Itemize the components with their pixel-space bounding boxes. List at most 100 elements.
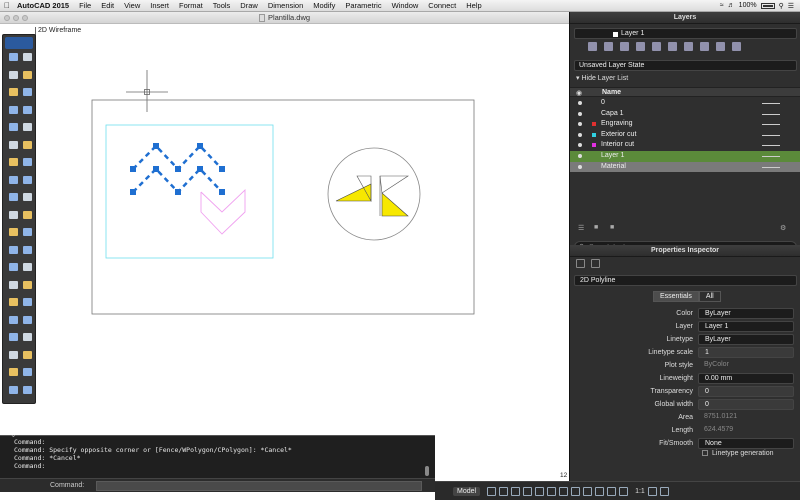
- mtext-tool-icon[interactable]: [23, 175, 32, 184]
- grip[interactable]: [197, 143, 203, 149]
- text-tool-icon[interactable]: [9, 175, 18, 184]
- grip[interactable]: [219, 166, 225, 172]
- layer-color-swatch[interactable]: [592, 132, 596, 137]
- rectangle-tool-icon[interactable]: [9, 123, 18, 131]
- region-tool-icon[interactable]: [23, 158, 32, 166]
- workspace-icon[interactable]: [647, 486, 657, 496]
- grip[interactable]: [130, 166, 136, 172]
- volume-icon[interactable]: ♬: [728, 2, 735, 9]
- visibility-icon[interactable]: [578, 101, 582, 105]
- layer-previous-icon[interactable]: [668, 42, 677, 51]
- menu-file[interactable]: File: [74, 1, 96, 10]
- linetype-scale-input[interactable]: 1: [698, 347, 794, 358]
- break-tool-icon[interactable]: [23, 315, 32, 324]
- menu-draw[interactable]: Draw: [235, 1, 263, 10]
- trim-tool-icon[interactable]: [9, 245, 18, 254]
- layer-freeze-icon[interactable]: [588, 42, 597, 51]
- ellipse-tool-icon[interactable]: [9, 140, 18, 149]
- zoom-tool-icon[interactable]: [23, 385, 32, 394]
- global-width-input[interactable]: 0: [698, 399, 794, 410]
- join-tool-icon[interactable]: [23, 298, 32, 306]
- menu-modify[interactable]: Modify: [308, 1, 340, 10]
- current-layer-dropdown[interactable]: Layer 1: [574, 28, 797, 39]
- layer-row[interactable]: Exterior cut: [570, 130, 800, 141]
- layer-tool-icon[interactable]: [9, 385, 18, 394]
- fit-smooth-dropdown[interactable]: None: [698, 438, 794, 449]
- rotate-tool-icon[interactable]: [23, 193, 32, 201]
- battery-icon[interactable]: [760, 2, 775, 9]
- menu-edit[interactable]: Edit: [96, 1, 119, 10]
- menu-window[interactable]: Window: [387, 1, 424, 10]
- apple-icon[interactable]: : [0, 1, 14, 10]
- layer-row[interactable]: Engraving: [570, 119, 800, 130]
- layer-walk-icon[interactable]: [684, 42, 693, 51]
- settings-icon[interactable]: ⚙: [780, 224, 786, 232]
- leader-tool-icon[interactable]: [23, 333, 32, 341]
- polygon-tool-icon[interactable]: [23, 123, 32, 131]
- visibility-column-icon[interactable]: ◉: [576, 89, 582, 97]
- linetype-dropdown[interactable]: ByLayer: [698, 334, 794, 345]
- tab-all[interactable]: All: [698, 291, 721, 302]
- search-icon[interactable]: ⚲: [779, 2, 784, 10]
- checkbox-icon[interactable]: [702, 450, 708, 456]
- block-tool-icon[interactable]: [9, 350, 18, 359]
- erase-tool-icon[interactable]: [9, 315, 18, 324]
- menu-parametric[interactable]: Parametric: [340, 1, 386, 10]
- toggle-pickadd-icon[interactable]: [591, 259, 600, 268]
- grip[interactable]: [153, 143, 159, 149]
- layer-unisolate-icon[interactable]: [732, 42, 741, 51]
- menu-connect[interactable]: Connect: [423, 1, 461, 10]
- layer-merge-icon[interactable]: [700, 42, 709, 51]
- array-tool-icon[interactable]: [9, 280, 18, 289]
- orbit-tool-icon[interactable]: [23, 53, 32, 61]
- auto-scale-icon[interactable]: [619, 486, 629, 496]
- insert-tool-icon[interactable]: [23, 350, 32, 359]
- offset-tool-icon[interactable]: [23, 280, 32, 289]
- selected-polyline[interactable]: [130, 143, 225, 195]
- undo-tool-icon[interactable]: [9, 70, 18, 79]
- line-tool-icon[interactable]: [9, 88, 18, 96]
- stretch-tool-icon[interactable]: [23, 228, 32, 236]
- circle-tool-icon[interactable]: [9, 105, 18, 114]
- name-column-header[interactable]: Name: [602, 89, 621, 96]
- osnap-toggle-icon[interactable]: [535, 486, 545, 496]
- pan-tool-icon[interactable]: [9, 53, 18, 61]
- mirror-tool-icon[interactable]: [23, 210, 32, 219]
- engraving-circle[interactable]: [327, 147, 421, 241]
- fullscreen-icon[interactable]: [659, 486, 669, 496]
- grip[interactable]: [130, 189, 136, 195]
- app-menu[interactable]: AutoCAD 2015: [14, 1, 74, 10]
- layer-state-dropdown[interactable]: Unsaved Layer State: [574, 60, 797, 71]
- visual-style-label[interactable]: 2D Wireframe: [34, 27, 81, 36]
- menu-format[interactable]: Format: [174, 1, 208, 10]
- chamfer-tool-icon[interactable]: [23, 263, 32, 271]
- visibility-icon[interactable]: [578, 164, 582, 169]
- transparency-input[interactable]: 0: [698, 386, 794, 397]
- new-layer-icon[interactable]: ☰: [578, 224, 584, 232]
- move-tool-icon[interactable]: [9, 193, 18, 201]
- menu-help[interactable]: Help: [461, 1, 486, 10]
- close-window-button[interactable]: [4, 15, 10, 21]
- annotation-scale[interactable]: 1:1: [635, 488, 645, 495]
- fillet-tool-icon[interactable]: [9, 263, 18, 271]
- zoom-window-button[interactable]: [22, 15, 28, 21]
- layer-lock-icon[interactable]: [604, 42, 613, 51]
- menu-insert[interactable]: Insert: [145, 1, 174, 10]
- dynamic-ucs-icon[interactable]: [595, 486, 605, 496]
- visibility-icon[interactable]: [578, 111, 582, 116]
- list-icon[interactable]: ☰: [788, 2, 794, 10]
- grip[interactable]: [219, 189, 225, 195]
- dimension-tool-icon[interactable]: [9, 333, 18, 341]
- menu-view[interactable]: View: [119, 1, 145, 10]
- quick-select-icon[interactable]: [576, 259, 585, 268]
- layer-row-selected[interactable]: Material: [570, 161, 800, 173]
- copy-tool-icon[interactable]: [9, 210, 18, 219]
- ortho-toggle-icon[interactable]: [511, 486, 521, 496]
- linetype-generation-checkbox[interactable]: Linetype generation: [702, 450, 774, 457]
- visibility-icon[interactable]: [578, 153, 582, 158]
- command-scrollbar[interactable]: [425, 466, 429, 476]
- scale-tool-icon[interactable]: [9, 228, 18, 236]
- grip[interactable]: [153, 166, 159, 172]
- object-type-dropdown[interactable]: 2D Polyline: [574, 275, 797, 286]
- visibility-icon[interactable]: [578, 132, 582, 137]
